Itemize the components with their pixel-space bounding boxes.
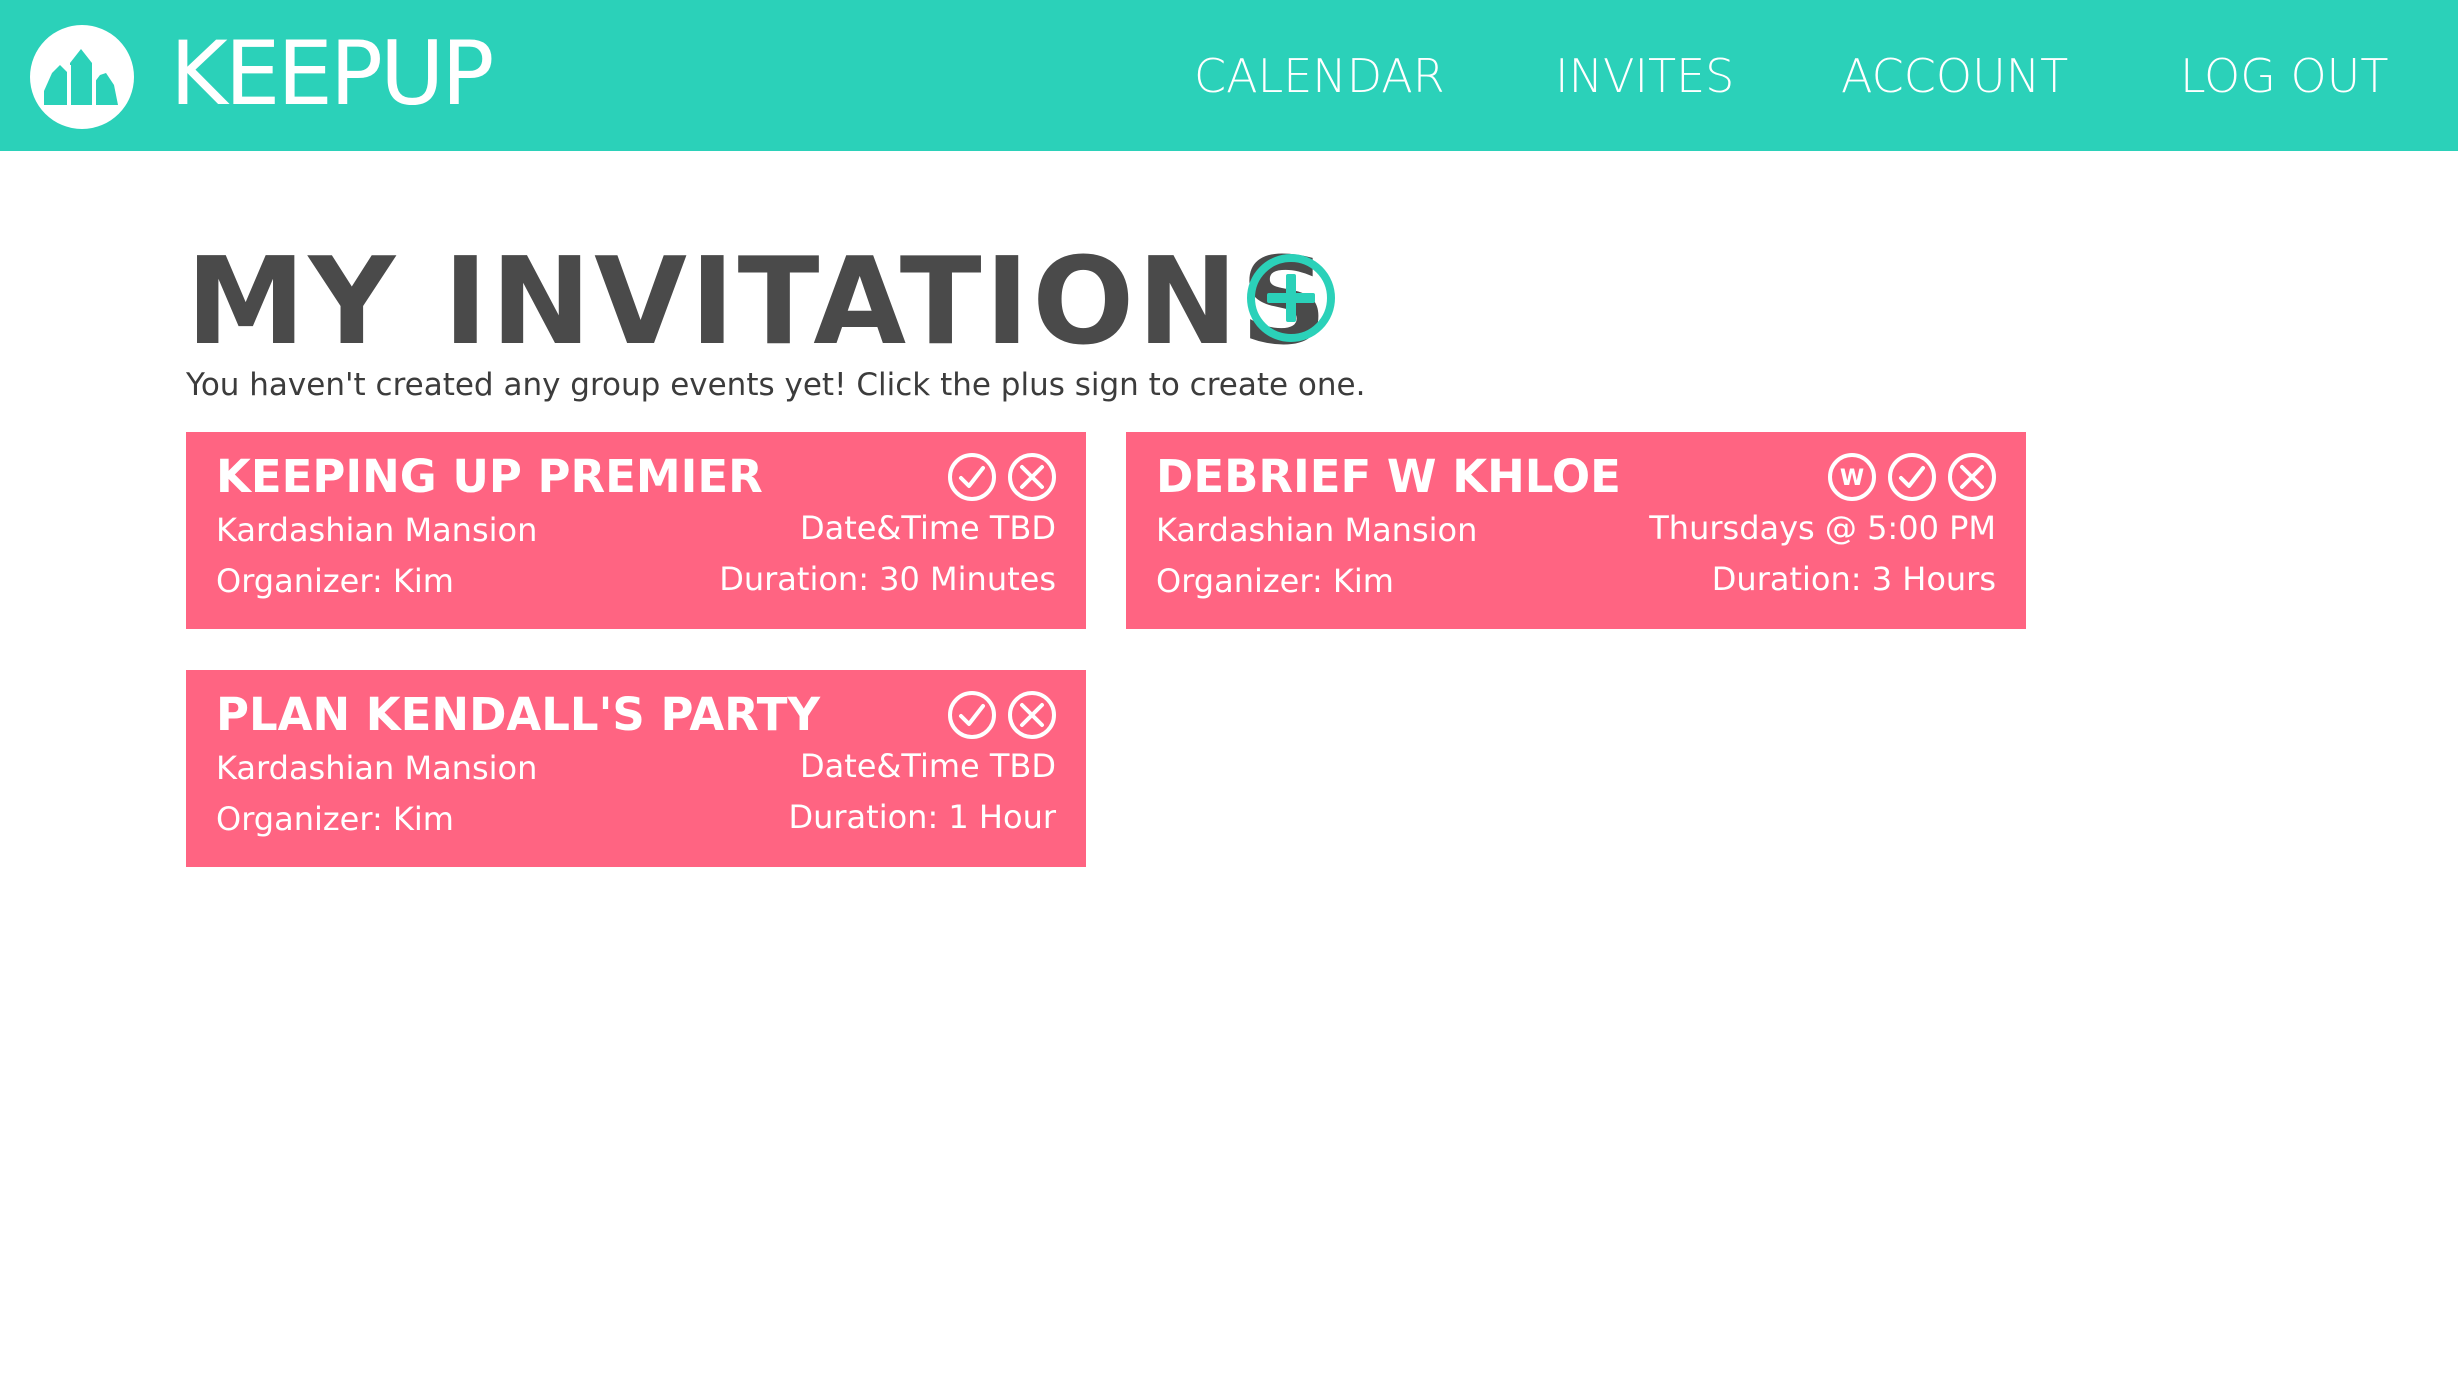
- nav-logout-link[interactable]: LOG OUT: [2180, 46, 2388, 106]
- check-circle-icon[interactable]: [1886, 451, 1938, 503]
- x-circle-icon[interactable]: [1006, 689, 1058, 741]
- plus-circle-icon: [1247, 254, 1335, 342]
- invitation-duration: Duration: 1 Hour: [788, 798, 1056, 836]
- logo[interactable]: [30, 25, 134, 129]
- invitation-time: Thursdays @ 5:00 PM: [1649, 509, 1996, 547]
- invitation-title: DEBRIEF W KHLOE: [1156, 450, 1621, 503]
- invitation-actions: W: [1826, 451, 1998, 503]
- invitation-card[interactable]: DEBRIEF W KHLOE W Kardashian Mansion Org…: [1126, 432, 2026, 629]
- brand-name[interactable]: KEEPUP: [170, 24, 494, 124]
- invitation-card[interactable]: KEEPING UP PREMIER Kardashian Mansion Or…: [186, 432, 1086, 629]
- invitation-time: Date&Time TBD: [799, 747, 1056, 785]
- top-navbar: KEEPUP CALENDAR INVITES ACCOUNT LOG OUT: [0, 0, 2458, 151]
- invitation-title: PLAN KENDALL'S PARTY: [216, 688, 821, 741]
- mountains-logo-icon: [44, 49, 118, 107]
- nav-invites-link[interactable]: INVITES: [1555, 46, 1734, 106]
- invitation-actions: [946, 451, 1058, 503]
- invitation-time: Date&Time TBD: [799, 509, 1056, 547]
- nav-calendar-link[interactable]: CALENDAR: [1194, 46, 1445, 106]
- invitation-organizer: Organizer: Kim: [216, 800, 454, 838]
- w-circle-icon[interactable]: W: [1826, 451, 1878, 503]
- invitation-location: Kardashian Mansion: [216, 511, 538, 549]
- invitation-actions: [946, 689, 1058, 741]
- x-circle-icon[interactable]: [1006, 451, 1058, 503]
- page-title: MY INVITATIONS: [186, 233, 1331, 372]
- x-circle-icon[interactable]: [1946, 451, 1998, 503]
- invitation-title: KEEPING UP PREMIER: [216, 450, 763, 503]
- invitation-duration: Duration: 3 Hours: [1711, 560, 1996, 598]
- check-circle-icon[interactable]: [946, 689, 998, 741]
- add-invitation-button[interactable]: [1245, 252, 1337, 344]
- invitation-location: Kardashian Mansion: [1156, 511, 1478, 549]
- invitation-organizer: Organizer: Kim: [216, 562, 454, 600]
- invitation-card[interactable]: PLAN KENDALL'S PARTY Kardashian Mansion …: [186, 670, 1086, 867]
- page: KEEPUP CALENDAR INVITES ACCOUNT LOG OUT …: [0, 0, 2458, 1400]
- invitation-location: Kardashian Mansion: [216, 749, 538, 787]
- invitation-organizer: Organizer: Kim: [1156, 562, 1394, 600]
- invitation-duration: Duration: 30 Minutes: [719, 560, 1056, 598]
- nav-account-link[interactable]: ACCOUNT: [1841, 46, 2068, 106]
- check-circle-icon[interactable]: [946, 451, 998, 503]
- empty-state-message: You haven't created any group events yet…: [186, 367, 1366, 403]
- w-icon-letter: W: [1840, 466, 1864, 491]
